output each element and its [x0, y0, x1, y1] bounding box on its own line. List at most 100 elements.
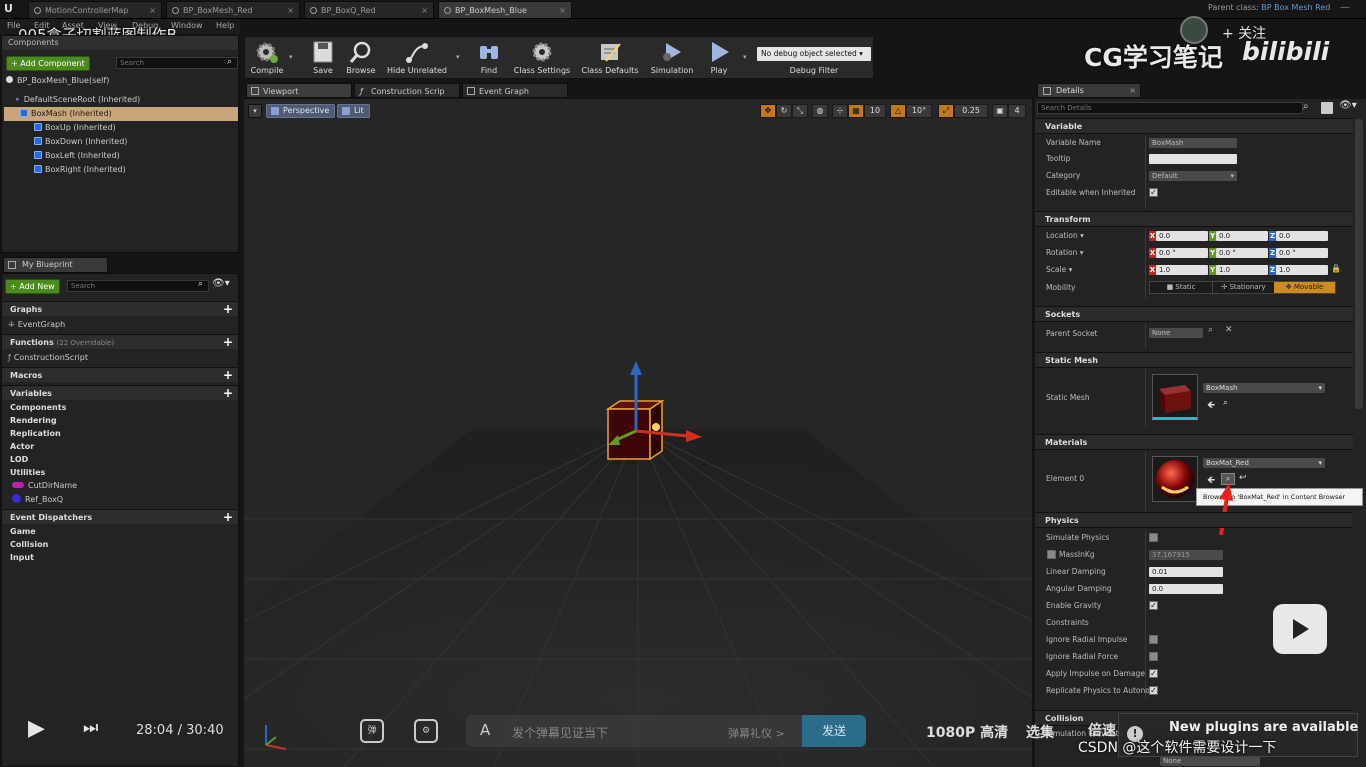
close-icon[interactable]: × — [149, 2, 156, 18]
macros-section[interactable]: Macros + — [2, 367, 238, 382]
surface-snap-icon[interactable]: ⊹ — [832, 104, 848, 118]
danmaku-etiquette-link[interactable]: 弹幕礼仪 > — [728, 725, 785, 741]
mass-override-checkbox[interactable] — [1047, 550, 1056, 559]
scale-z-input[interactable]: 1.0 — [1276, 265, 1328, 275]
add-variable-icon[interactable]: + — [222, 387, 234, 399]
danmaku-settings-icon[interactable]: ⚙ — [414, 719, 438, 743]
my-blueprint-tab[interactable]: My Blueprint — [3, 257, 108, 273]
mobility-stationary[interactable]: ✢ Stationary — [1212, 282, 1274, 293]
variable-item-ref-boxq[interactable]: Ref_BoxQ — [2, 493, 238, 507]
camera-speed-icon[interactable]: ▣ — [992, 104, 1008, 118]
grid-snap-icon[interactable]: ▦ — [848, 104, 864, 118]
tab-construction-script[interactable]: ƒ Construction Scrip — [354, 83, 460, 98]
tree-item-defaultsceneroot[interactable]: ⚬ DefaultSceneRoot (Inherited) — [4, 93, 238, 107]
simulation-button[interactable]: Simulation — [647, 37, 697, 80]
scale-y-input[interactable]: 1.0 — [1216, 265, 1268, 275]
danmaku-toggle-icon[interactable]: 弹 — [360, 719, 384, 743]
compile-button[interactable]: Compile — [247, 37, 287, 80]
physics-checkbox[interactable] — [1149, 635, 1158, 644]
section-physics[interactable]: Physics — [1035, 512, 1353, 528]
scale-snap-value[interactable]: 0.25 — [954, 104, 988, 118]
send-danmaku-button[interactable]: 发送 — [802, 715, 866, 747]
location-label[interactable]: Location ▾ — [1035, 227, 1084, 244]
tooltip-input[interactable] — [1149, 154, 1237, 164]
var-category-lod[interactable]: LOD — [2, 453, 238, 466]
play-button[interactable]: Play — [701, 37, 737, 80]
find-button[interactable]: Find — [471, 37, 507, 80]
rotation-snap-value[interactable]: 10° — [906, 104, 932, 118]
reset-icon[interactable]: ↩ — [1239, 473, 1247, 483]
tv-logo-icon[interactable] — [1273, 604, 1327, 654]
tab-viewport[interactable]: Viewport — [246, 83, 352, 98]
compile-dropdown-icon[interactable]: ▾ — [289, 53, 293, 61]
physics-value-input[interactable]: 37.167915 — [1149, 550, 1223, 560]
rotation-label[interactable]: Rotation ▾ — [1035, 244, 1084, 261]
debug-object-select[interactable]: No debug object selected ▾ — [757, 47, 871, 61]
editable-inherited-checkbox[interactable]: ✓ — [1149, 188, 1158, 197]
close-icon[interactable]: × — [559, 2, 566, 18]
add-graph-icon[interactable]: + — [222, 303, 234, 315]
danmaku-input[interactable]: A 发个弹幕见证当下 弹幕礼仪 > 发送 — [466, 715, 866, 747]
component-self[interactable]: BP_BoxMesh_Blue(self) — [6, 74, 109, 88]
category-select[interactable]: Default ▾ — [1149, 171, 1237, 181]
lock-icon[interactable]: 🔒 — [1331, 264, 1341, 273]
clear-icon[interactable]: ✕ — [1225, 325, 1233, 335]
parent-socket-input[interactable]: None — [1149, 328, 1203, 338]
view-options-icon[interactable]: 👁▾ — [1339, 100, 1357, 111]
tab-bp-boxmesh-blue[interactable]: BP_BoxMesh_Blue × — [438, 1, 572, 18]
add-new-button[interactable]: + Add New — [5, 279, 60, 294]
save-button[interactable]: Save — [307, 37, 339, 80]
tab-bp-boxq-red[interactable]: BP_BoxQ_Red × — [304, 1, 434, 18]
var-category-actor[interactable]: Actor — [2, 440, 238, 453]
rotation-y-input[interactable]: 0.0 ° — [1216, 248, 1268, 258]
construction-script-item[interactable]: ƒ ConstructionScript — [8, 351, 88, 365]
close-icon[interactable]: × — [421, 2, 428, 18]
scale-x-input[interactable]: 1.0 — [1156, 265, 1208, 275]
section-variable[interactable]: Variable — [1035, 118, 1353, 134]
parent-class-link[interactable]: BP Box Mesh Red — [1261, 3, 1330, 12]
variable-item-cutdirname[interactable]: CutDirName — [2, 479, 238, 493]
location-z-input[interactable]: 0.0 — [1276, 231, 1328, 241]
tree-item-boxright[interactable]: BoxRight (Inherited) — [4, 163, 238, 177]
rotation-snap-icon[interactable]: △ — [890, 104, 906, 118]
viewport-options-button[interactable]: ▾ — [248, 104, 262, 118]
functions-section[interactable]: Functions (22 Overridable) + — [2, 334, 238, 349]
scale-tool-icon[interactable]: ⤡ — [792, 104, 808, 118]
scale-snap-icon[interactable]: ⤢ — [938, 104, 954, 118]
physics-value-input[interactable]: 0.01 — [1149, 567, 1223, 577]
browse-asset-icon[interactable]: ⌕ — [1223, 398, 1228, 408]
view-options-icon[interactable]: 👁▾ — [212, 278, 230, 289]
physics-checkbox[interactable]: ✓ — [1149, 669, 1158, 678]
rotation-z-input[interactable]: 0.0 ° — [1276, 248, 1328, 258]
play-video-icon[interactable]: ▶ — [28, 716, 45, 741]
static-mesh-select[interactable]: BoxMash ▾ — [1203, 383, 1325, 393]
event-graph-item[interactable]: ⁜ EventGraph — [8, 318, 65, 332]
episode-selector[interactable]: 选集 — [1026, 722, 1054, 742]
section-sockets[interactable]: Sockets — [1035, 306, 1353, 322]
hide-unrelated-dropdown-icon[interactable]: ▾ — [456, 53, 460, 61]
section-materials[interactable]: Materials — [1035, 434, 1353, 450]
world-local-icon[interactable]: ◍ — [812, 104, 828, 118]
tab-bp-boxmesh-red[interactable]: BP_BoxMesh_Red × — [166, 1, 300, 18]
quality-selector[interactable]: 1080P 高清 — [926, 722, 1008, 742]
var-category-replication[interactable]: Replication — [2, 427, 238, 440]
add-component-button[interactable]: + Add Component — [6, 56, 90, 71]
details-tab[interactable]: Details × — [1037, 83, 1141, 98]
physics-checkbox[interactable]: ✓ — [1149, 686, 1158, 695]
viewport[interactable]: ▾ Perspective Lit ✥ ↻ ⤡ ◍ ⊹ ▦ 10 △ 10° ⤢… — [244, 99, 1032, 767]
menu-help[interactable]: Help — [216, 21, 234, 30]
mobility-toggle[interactable]: ■ Static ✢ Stationary ✥ Movable — [1149, 281, 1336, 294]
class-settings-button[interactable]: Class Settings — [511, 37, 573, 80]
translate-tool-icon[interactable]: ✥ — [760, 104, 776, 118]
section-static-mesh[interactable]: Static Mesh — [1035, 352, 1353, 368]
camera-speed-value[interactable]: 4 — [1008, 104, 1026, 118]
font-style-icon[interactable]: A — [480, 721, 490, 739]
hide-unrelated-button[interactable]: Hide Unrelated — [385, 37, 449, 80]
variables-section[interactable]: Variables + — [2, 385, 238, 400]
dispatcher-category-collision[interactable]: Collision — [2, 538, 238, 551]
components-search-input[interactable]: Search — [116, 57, 238, 69]
rotate-tool-icon[interactable]: ↻ — [776, 104, 792, 118]
details-search-input[interactable]: Search Details — [1037, 102, 1303, 114]
add-function-icon[interactable]: + — [222, 336, 234, 348]
variable-name-input[interactable]: BoxMash — [1149, 138, 1237, 148]
